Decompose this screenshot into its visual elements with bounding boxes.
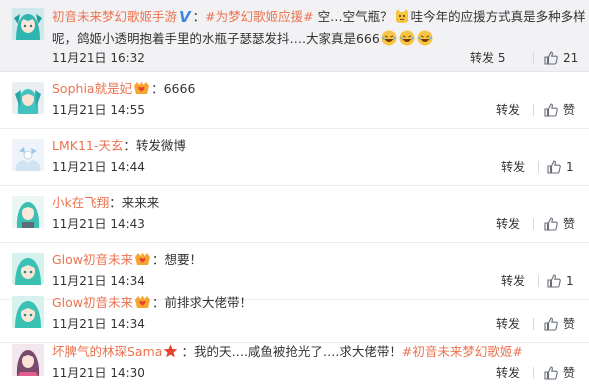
verified-v-icon[interactable]: V: [179, 10, 191, 25]
comment-line: Glow初音未来 ：前排求大佬带！: [52, 295, 253, 310]
list-item: LMK11-天玄：转发微博 11月21日 14:44 转发 1: [0, 129, 589, 186]
list-item: Glow初音未来 ：前排求大佬带！ 11月21日 14:34 转发 赞: [0, 286, 589, 343]
fan-badge-icon[interactable]: [133, 81, 150, 95]
post-text: 空…空气瓶？: [313, 9, 393, 24]
avatar[interactable]: [12, 82, 44, 114]
comment-text: 来来来: [121, 195, 160, 210]
post-repost-button[interactable]: 转发 5: [470, 51, 505, 65]
comment-text: 我的天….咸鱼被抢光了….求大佬带！: [193, 344, 402, 359]
comment-text: 想要！: [164, 252, 203, 267]
comment-username-link[interactable]: Glow初音未来: [52, 295, 133, 310]
thumbs-up-icon: [544, 317, 558, 331]
divider: [533, 218, 534, 230]
divider: [538, 161, 539, 173]
comment-text: 6666: [163, 81, 196, 96]
like-count: 21: [563, 51, 579, 65]
avatar[interactable]: [12, 139, 44, 171]
comment-timestamp[interactable]: 11月21日 14:43: [52, 217, 145, 231]
comment-repost-button[interactable]: 转发: [496, 366, 520, 380]
thumbs-up-icon: [544, 51, 558, 65]
post-timestamp[interactable]: 11月21日 16:32: [52, 51, 145, 65]
comment-repost-button[interactable]: 转发: [496, 103, 520, 117]
like-label: 赞: [563, 317, 576, 331]
repost-label: 转发: [470, 51, 495, 65]
comment-username-link[interactable]: 坏脾气的林琛Sama: [52, 344, 162, 359]
comment-line: 坏脾气的林琛Sama ：我的天….咸鱼被抢光了….求大佬带！#初音未来梦幻歌姬#: [52, 344, 523, 359]
divider: [533, 318, 534, 330]
comment-like-button[interactable]: 赞: [544, 317, 575, 331]
post-line-2: 呢，鸽姬小透明抱着手里的水瓶子瑟瑟发抖….大家真是666: [52, 30, 434, 47]
post-text-line2: 呢，鸽姬小透明抱着手里的水瓶子瑟瑟发抖….大家真是666: [52, 31, 380, 46]
comment-timestamp[interactable]: 11月21日 14:44: [52, 160, 145, 174]
like-label: 赞: [563, 217, 576, 231]
comment-topic-link[interactable]: #初音未来梦幻歌姬#: [402, 344, 523, 359]
comment-username-link[interactable]: LMK11-天玄: [52, 138, 123, 153]
divider: [533, 104, 534, 116]
avatar[interactable]: [12, 344, 44, 376]
laughing-emoji-icon: [417, 30, 433, 46]
like-count: 1: [566, 160, 574, 174]
like-label: 赞: [563, 366, 576, 380]
avatar[interactable]: [12, 196, 44, 228]
comment-line: LMK11-天玄：转发微博: [52, 138, 186, 153]
divider: [533, 52, 534, 64]
comment-like-button[interactable]: 赞: [544, 103, 575, 117]
fan-badge-icon[interactable]: [134, 252, 151, 266]
avatar[interactable]: [12, 253, 44, 285]
comment-text: 转发微博: [135, 138, 186, 153]
original-post: 初音未来梦幻歌姬手游 V ：#为梦幻歌姬应援# 空…空气瓶？ 哇今年的应援方式真是多种…: [0, 0, 589, 72]
thumbs-up-icon: [544, 366, 558, 380]
list-item: Sophia就是妃 ：6666 11月21日 14:55 转发 赞: [0, 72, 589, 129]
fan-badge-icon[interactable]: [134, 295, 151, 309]
laughing-emoji-icon: [399, 30, 415, 46]
comment-timestamp[interactable]: 11月21日 14:30: [52, 366, 145, 380]
post-topic-link[interactable]: #为梦幻歌姬应援#: [205, 9, 313, 24]
comment-like-button[interactable]: 1: [547, 160, 574, 174]
star-badge-icon[interactable]: [163, 344, 180, 358]
comment-text: 前排求大佬带！: [164, 295, 253, 310]
list-item: 小k在飞翔：来来来 11月21日 14:43 转发 赞: [0, 186, 589, 243]
post-line-1: 初音未来梦幻歌姬手游 V ：#为梦幻歌姬应援# 空…空气瓶？ 哇今年的应援方式真是多种…: [52, 8, 586, 26]
comment-repost-button[interactable]: 转发: [496, 217, 520, 231]
repost-count: 5: [497, 51, 506, 65]
comment-like-button[interactable]: 赞: [544, 217, 575, 231]
comment-timestamp[interactable]: 11月21日 14:34: [52, 317, 145, 331]
post-author-link[interactable]: 初音未来梦幻歌姬手游: [52, 9, 177, 24]
comment-repost-button[interactable]: 转发: [501, 160, 525, 174]
comment-like-button[interactable]: 赞: [544, 366, 575, 380]
comment-username-link[interactable]: 小k在飞翔: [52, 195, 109, 210]
avatar[interactable]: [12, 296, 44, 328]
laughing-emoji-icon: [381, 30, 397, 46]
comment-line: Glow初音未来 ：想要！: [52, 252, 203, 267]
like-label: 赞: [563, 103, 576, 117]
comment-line: Sophia就是妃 ：6666: [52, 81, 196, 96]
thumbs-up-icon: [544, 103, 558, 117]
comment-repost-button[interactable]: 转发: [496, 317, 520, 331]
post-like-button[interactable]: 21: [544, 51, 578, 65]
thumbs-up-icon: [544, 217, 558, 231]
post-text-continued: 哇今年的应援方式真是多种多样: [410, 9, 586, 24]
comment-username-link[interactable]: Sophia就是妃: [52, 81, 132, 96]
comment-timestamp[interactable]: 11月21日 14:55: [52, 103, 145, 117]
thumbs-up-icon: [547, 160, 561, 174]
cat-emoji-icon: [394, 8, 410, 24]
list-item: 坏脾气的林琛Sama ：我的天….咸鱼被抢光了….求大佬带！#初音未来梦幻歌姬# …: [0, 336, 589, 386]
comment-line: 小k在飞翔：来来来: [52, 195, 160, 210]
comment-username-link[interactable]: Glow初音未来: [52, 252, 133, 267]
avatar[interactable]: [12, 8, 44, 40]
divider: [533, 367, 534, 379]
